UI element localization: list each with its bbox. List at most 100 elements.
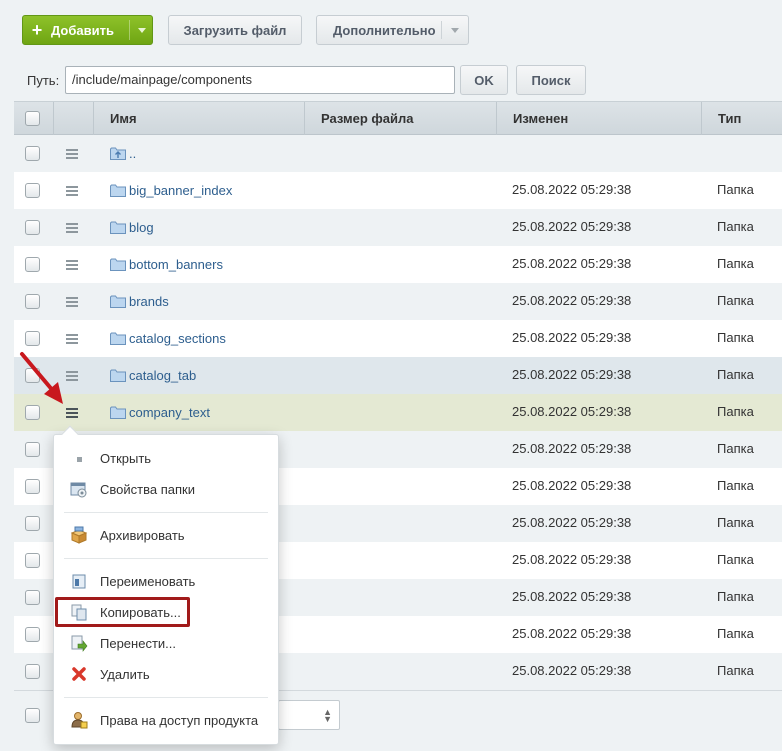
file-type: Папка xyxy=(717,515,754,530)
dot-icon xyxy=(77,457,82,462)
archive-box-icon xyxy=(70,526,88,544)
modified-date: 25.08.2022 05:29:38 xyxy=(512,478,632,493)
file-type: Папка xyxy=(717,478,754,493)
file-type: Папка xyxy=(717,663,754,678)
folder-icon[interactable] xyxy=(110,184,126,197)
context-menu: Открыть Свойства папки Архивировать Пере… xyxy=(53,425,279,745)
menu-item-archive[interactable]: Архивировать xyxy=(54,523,278,549)
row-checkbox[interactable] xyxy=(25,257,40,272)
path-input[interactable]: /include/mainpage/components xyxy=(65,66,455,94)
file-name-link[interactable]: catalog_tab xyxy=(129,368,196,383)
table-row[interactable]: big_banner_index 25.08.2022 05:29:38 Папка xyxy=(14,172,782,209)
folder-icon[interactable] xyxy=(110,295,126,308)
table-header: Имя Размер файла Изменен Тип xyxy=(14,101,782,135)
modified-date: 25.08.2022 05:29:38 xyxy=(512,589,632,604)
file-name-link[interactable]: blog xyxy=(129,220,154,235)
table-row[interactable]: .. xyxy=(14,135,782,172)
column-header-type[interactable]: Тип xyxy=(718,102,741,135)
file-type: Папка xyxy=(717,441,754,456)
file-type: Папка xyxy=(717,256,754,271)
column-header-name[interactable]: Имя xyxy=(110,102,137,135)
table-row[interactable]: company_text 25.08.2022 05:29:38 Папка xyxy=(14,394,782,431)
row-checkbox[interactable] xyxy=(25,516,40,531)
modified-date: 25.08.2022 05:29:38 xyxy=(512,663,632,678)
action-select[interactable]: ▲ ▼ xyxy=(278,700,340,730)
file-name-link[interactable]: brands xyxy=(129,294,169,309)
more-dropdown-button[interactable]: Дополнительно xyxy=(316,15,469,45)
file-type: Папка xyxy=(717,330,754,345)
file-type: Папка xyxy=(717,589,754,604)
modified-date: 25.08.2022 05:29:38 xyxy=(512,182,632,197)
menu-item-move[interactable]: Перенести... xyxy=(54,631,278,657)
file-type: Папка xyxy=(717,626,754,641)
menu-item-open[interactable]: Открыть xyxy=(54,446,278,472)
delete-x-icon xyxy=(72,667,86,681)
file-name-link[interactable]: catalog_sections xyxy=(129,331,226,346)
modified-date: 25.08.2022 05:29:38 xyxy=(512,626,632,641)
table-row[interactable]: brands 25.08.2022 05:29:38 Папка xyxy=(14,283,782,320)
column-header-size[interactable]: Размер файла xyxy=(321,102,414,135)
menu-item-rename[interactable]: Переименовать xyxy=(54,569,278,595)
folder-icon[interactable] xyxy=(110,332,126,345)
row-checkbox[interactable] xyxy=(25,664,40,679)
red-pointer-arrow-icon xyxy=(20,352,63,404)
row-checkbox[interactable] xyxy=(25,590,40,605)
row-checkbox[interactable] xyxy=(25,553,40,568)
folder-icon[interactable] xyxy=(110,258,126,271)
rename-icon xyxy=(72,574,86,589)
row-menu-icon[interactable] xyxy=(66,371,78,381)
row-menu-icon[interactable] xyxy=(66,408,78,418)
menu-item-delete[interactable]: Удалить xyxy=(54,662,278,688)
column-header-modified[interactable]: Изменен xyxy=(513,102,568,135)
add-button[interactable]: + Добавить xyxy=(22,15,153,45)
modified-date: 25.08.2022 05:29:38 xyxy=(512,441,632,456)
row-checkbox[interactable] xyxy=(25,442,40,457)
folder-properties-icon xyxy=(70,482,87,498)
menu-item-access-rights[interactable]: Права на доступ продукта xyxy=(54,708,278,734)
row-menu-icon[interactable] xyxy=(66,186,78,196)
row-menu-icon[interactable] xyxy=(66,297,78,307)
row-checkbox[interactable] xyxy=(25,183,40,198)
file-type: Папка xyxy=(717,367,754,382)
plus-icon: + xyxy=(31,20,43,40)
updown-arrows-icon: ▲ ▼ xyxy=(323,707,332,724)
row-checkbox[interactable] xyxy=(25,146,40,161)
upload-file-button[interactable]: Загрузить файл xyxy=(168,15,302,45)
file-name-link[interactable]: company_text xyxy=(129,405,210,420)
folder-up-icon[interactable] xyxy=(110,147,126,160)
row-checkbox[interactable] xyxy=(25,331,40,346)
menu-item-folder-properties[interactable]: Свойства папки xyxy=(54,477,278,503)
folder-icon[interactable] xyxy=(110,221,126,234)
table-row[interactable]: bottom_banners 25.08.2022 05:29:38 Папка xyxy=(14,246,782,283)
more-button-label: Дополнительно xyxy=(333,22,436,38)
user-access-icon xyxy=(71,712,88,729)
file-name-link[interactable]: bottom_banners xyxy=(129,257,223,272)
chevron-down-icon[interactable] xyxy=(138,28,146,33)
modified-date: 25.08.2022 05:29:38 xyxy=(512,293,632,308)
modified-date: 25.08.2022 05:29:38 xyxy=(512,256,632,271)
row-checkbox[interactable] xyxy=(25,479,40,494)
bottom-select-all-checkbox[interactable] xyxy=(25,708,40,723)
ok-button[interactable]: OK xyxy=(460,65,508,95)
table-row[interactable]: catalog_sections 25.08.2022 05:29:38 Папка xyxy=(14,320,782,357)
row-checkbox[interactable] xyxy=(25,627,40,642)
modified-date: 25.08.2022 05:29:38 xyxy=(512,404,632,419)
table-row[interactable]: blog 25.08.2022 05:29:38 Папка xyxy=(14,209,782,246)
row-checkbox[interactable] xyxy=(25,294,40,309)
modified-date: 25.08.2022 05:29:38 xyxy=(512,552,632,567)
row-menu-icon[interactable] xyxy=(66,334,78,344)
row-menu-icon[interactable] xyxy=(66,223,78,233)
search-button[interactable]: Поиск xyxy=(516,65,586,95)
chevron-down-icon xyxy=(451,28,459,33)
folder-icon[interactable] xyxy=(110,406,126,419)
file-name-link[interactable]: big_banner_index xyxy=(129,183,232,198)
row-menu-icon[interactable] xyxy=(66,149,78,159)
folder-icon[interactable] xyxy=(110,369,126,382)
row-menu-icon[interactable] xyxy=(66,260,78,270)
row-checkbox[interactable] xyxy=(25,220,40,235)
table-row[interactable]: catalog_tab 25.08.2022 05:29:38 Папка xyxy=(14,357,782,394)
select-all-checkbox[interactable] xyxy=(25,111,40,126)
file-name-link[interactable]: .. xyxy=(129,146,136,161)
path-bar: Путь: /include/mainpage/components OK По… xyxy=(14,62,782,102)
file-type: Папка xyxy=(717,293,754,308)
